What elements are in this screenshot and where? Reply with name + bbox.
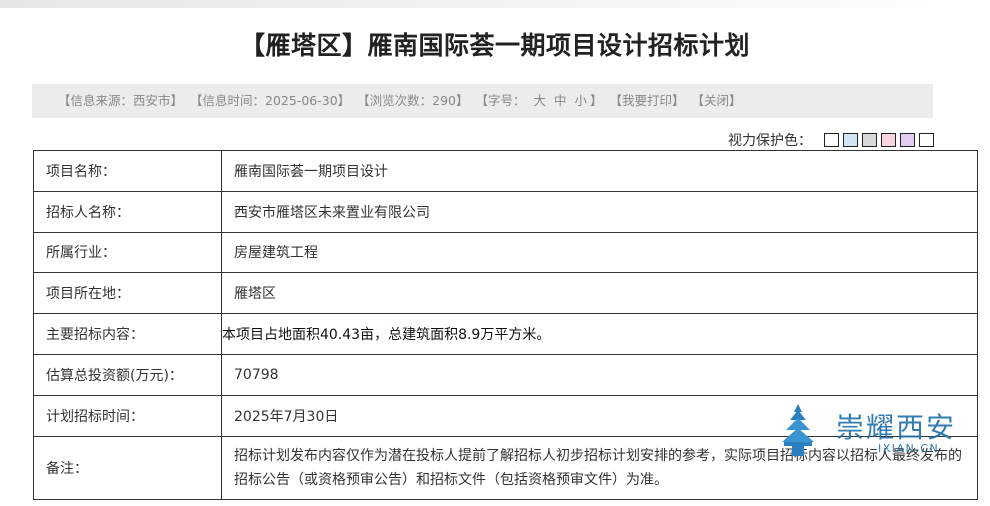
eye-color-swatch-white[interactable] bbox=[824, 133, 839, 147]
remarks-label: 备注： bbox=[33, 435, 222, 500]
tenderer-label: 招标人名称： bbox=[33, 190, 222, 233]
investment-label: 估算总投资额(万元)： bbox=[33, 353, 222, 396]
tower-logo-icon bbox=[782, 404, 814, 456]
table-row: 招标人名称： 西安市雁塔区未来置业有限公司 bbox=[33, 190, 978, 233]
industry-label: 所属行业： bbox=[33, 231, 222, 274]
eye-color-swatch-blue[interactable] bbox=[843, 133, 858, 147]
main-content-label: 主要招标内容： bbox=[33, 313, 222, 355]
font-size-close: 】 bbox=[590, 93, 603, 108]
eye-color-swatch-gray[interactable] bbox=[862, 133, 877, 147]
info-source: 【信息来源：西安市】 bbox=[58, 93, 184, 108]
font-size-medium[interactable]: 中 bbox=[554, 93, 567, 108]
table-row: 主要招标内容： 本项目占地面积40.43亩，总建筑面积8.9万平方米。 bbox=[33, 313, 978, 355]
site-watermark: 崇耀西安 IXIAN.CN bbox=[778, 402, 978, 458]
investment-value: 70798 bbox=[221, 353, 978, 396]
eye-protection-row: 视力保护色： bbox=[728, 130, 934, 150]
table-row: 项目名称： 雁南国际荟一期项目设计 bbox=[33, 150, 978, 192]
table-row: 项目所在地： 雁塔区 bbox=[33, 272, 978, 315]
page-title: 【雁塔区】雁南国际荟一期项目设计招标计划 bbox=[239, 31, 750, 60]
info-bar: 【信息来源：西安市】 【信息时间：2025-06-30】 【浏览次数：290】 … bbox=[32, 84, 933, 118]
industry-value: 房屋建筑工程 bbox=[221, 231, 978, 274]
location-value: 雁塔区 bbox=[221, 272, 978, 315]
tenderer-value: 西安市雁塔区未来置业有限公司 bbox=[221, 190, 978, 233]
top-rule bbox=[0, 0, 990, 8]
font-size-large[interactable]: 大 bbox=[534, 93, 547, 108]
print-link[interactable]: 【我要打印】 bbox=[610, 93, 685, 108]
table-row: 估算总投资额(万元)： 70798 bbox=[33, 353, 978, 396]
eye-color-swatch-pink[interactable] bbox=[881, 133, 896, 147]
main-content-value: 本项目占地面积40.43亩，总建筑面积8.9万平方米。 bbox=[221, 313, 978, 355]
watermark-sub: IXIAN.CN bbox=[878, 442, 940, 455]
eye-color-swatch-purple[interactable] bbox=[900, 133, 915, 147]
eye-protection-label: 视力保护色： bbox=[728, 133, 812, 149]
info-views: 【浏览次数：290】 bbox=[357, 93, 469, 108]
close-link[interactable]: 【关闭】 bbox=[692, 93, 742, 108]
eye-color-swatch-default[interactable] bbox=[919, 133, 934, 147]
location-label: 项目所在地： bbox=[33, 272, 222, 315]
font-size-label: 【字号： bbox=[475, 93, 526, 108]
font-size-small[interactable]: 小 bbox=[575, 93, 588, 108]
info-time: 【信息时间：2025-06-30】 bbox=[190, 93, 351, 108]
project-name-value: 雁南国际荟一期项目设计 bbox=[221, 150, 978, 192]
project-name-label: 项目名称： bbox=[33, 150, 222, 192]
watermark-text: 崇耀西安 bbox=[836, 411, 957, 444]
tender-time-label: 计划招标时间： bbox=[33, 394, 222, 437]
table-row: 所属行业： 房屋建筑工程 bbox=[33, 231, 978, 274]
